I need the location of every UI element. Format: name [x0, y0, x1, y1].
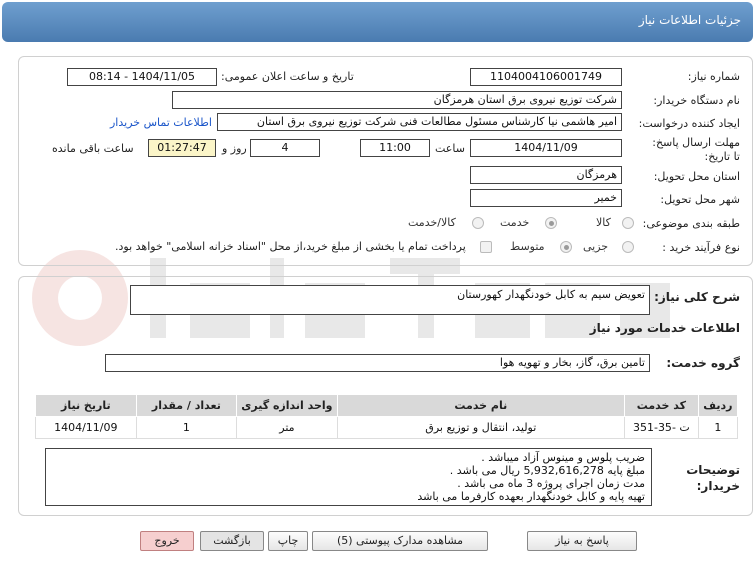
services-table: ردیف کد خدمت نام خدمت واحد اندازه گیری ت… — [35, 394, 739, 439]
summary-field: تعویض سیم به کابل خودنگهدار کهورستان — [130, 285, 650, 315]
reply-to-need-button[interactable]: پاسخ به نیاز — [527, 531, 637, 551]
days-label: روز و — [222, 142, 247, 155]
buyer-contact-link[interactable]: اطلاعات تماس خریدار — [110, 116, 212, 129]
summary-label: شرح کلی نیاز: — [654, 290, 740, 304]
category-radio-goods[interactable] — [622, 217, 634, 229]
announce-datetime-field: 1404/11/05 - 08:14 — [67, 68, 217, 86]
page-title: جزئیات اطلاعات نیاز — [638, 13, 741, 27]
buyer-note-line: مبلغ پایه 5,932,616,278 ریال می باشد . — [449, 464, 645, 477]
treasury-payment-checkbox[interactable] — [480, 241, 492, 253]
cell-need-date: 1404/11/09 — [35, 416, 137, 439]
category-option-service: خدمت — [500, 216, 530, 229]
cell-row: 1 — [697, 416, 739, 439]
treasury-payment-note: پرداخت تمام یا بخشی از مبلغ خرید،از محل … — [115, 240, 466, 253]
deadline-time-field: 11:00 — [360, 139, 430, 157]
buyer-org-field: شرکت توزیع نیروی برق استان هرمزگان — [172, 91, 622, 109]
buyer-note-line: تهیه پایه و کابل خودنگهدار بعهده کارفرما… — [417, 490, 645, 503]
deadline-time-label: ساعت — [435, 142, 465, 155]
city-field: خمیر — [470, 189, 622, 207]
time-remaining-field: 01:27:47 — [148, 139, 216, 157]
view-attachments-button[interactable]: مشاهده مدارک پیوستی (5) — [312, 531, 488, 551]
cell-service-code: ت -35-351 — [623, 416, 699, 439]
need-number-field: 1104004106001749 — [470, 68, 622, 86]
buyer-notes-label: توضیحات خریدار: — [686, 463, 740, 493]
buyer-org-label: نام دستگاه خریدار: — [653, 94, 740, 107]
need-number-label: شماره نیاز: — [687, 70, 740, 83]
category-option-goods-service: کالا/خدمت — [408, 216, 456, 229]
announce-datetime-label: تاریخ و ساعت اعلان عمومی: — [221, 70, 354, 83]
col-unit: واحد اندازه گیری — [236, 394, 338, 417]
process-type-label: نوع فرآیند خرید : — [662, 241, 740, 254]
days-remaining-field: 4 — [250, 139, 320, 157]
creator-field: امیر هاشمی نیا کارشناس مسئول مطالعات فنی… — [217, 113, 622, 131]
print-button[interactable]: چاپ — [268, 531, 308, 551]
buyer-note-line: مدت زمان اجرای پروژه 3 ماه می باشد . — [457, 477, 645, 490]
category-option-goods: کالا — [596, 216, 611, 229]
deadline-date-field: 1404/11/09 — [470, 139, 622, 157]
process-option-minor: جزیی — [583, 240, 609, 253]
process-radio-medium[interactable] — [560, 241, 572, 253]
creator-label: ایجاد کننده درخواست: — [638, 117, 740, 130]
time-remaining-label: ساعت باقی مانده — [52, 142, 134, 155]
need-info-panel — [18, 56, 753, 266]
summary-text: تعویض سیم به کابل خودنگهدار کهورستان — [457, 288, 645, 301]
province-label: استان محل تحویل: — [653, 170, 740, 183]
category-radio-service[interactable] — [545, 217, 557, 229]
buyer-note-line: ضریب پلوس و مینوس آزاد میباشد . — [481, 451, 645, 464]
service-group-field: تامین برق، گاز، بخار و تهویه هوا — [105, 354, 650, 372]
services-table-header: ردیف کد خدمت نام خدمت واحد اندازه گیری ت… — [35, 394, 739, 417]
col-need-date: تاریخ نیاز — [35, 394, 137, 417]
col-service-code: کد خدمت — [623, 394, 699, 417]
col-row: ردیف — [697, 394, 739, 417]
city-label: شهر محل تحویل: — [660, 193, 740, 206]
cell-service-name: تولید، انتقال و توزیع برق — [336, 416, 625, 439]
cell-unit: متر — [236, 416, 338, 439]
exit-button[interactable]: خروج — [140, 531, 194, 551]
col-service-name: نام خدمت — [336, 394, 625, 417]
page-header: جزئیات اطلاعات نیاز — [2, 2, 753, 42]
table-row: 1 ت -35-351 تولید، انتقال و توزیع برق مت… — [35, 416, 739, 439]
services-section-title: اطلاعات خدمات مورد نیاز — [589, 321, 740, 335]
province-field: هرمزگان — [470, 166, 622, 184]
process-option-medium: متوسط — [510, 240, 545, 253]
col-quantity: تعداد / مقدار — [135, 394, 238, 417]
buyer-notes-field: ضریب پلوس و مینوس آزاد میباشد . مبلغ پای… — [45, 448, 652, 506]
cell-quantity: 1 — [135, 416, 238, 439]
process-radio-minor[interactable] — [622, 241, 634, 253]
service-group-label: گروه خدمت: — [666, 356, 740, 370]
category-label: طبقه بندی موضوعی: — [642, 217, 740, 230]
back-button[interactable]: بازگشت — [200, 531, 264, 551]
category-radio-goods-service[interactable] — [472, 217, 484, 229]
deadline-label: مهلت ارسال پاسخ: تا تاریخ: — [652, 136, 740, 163]
